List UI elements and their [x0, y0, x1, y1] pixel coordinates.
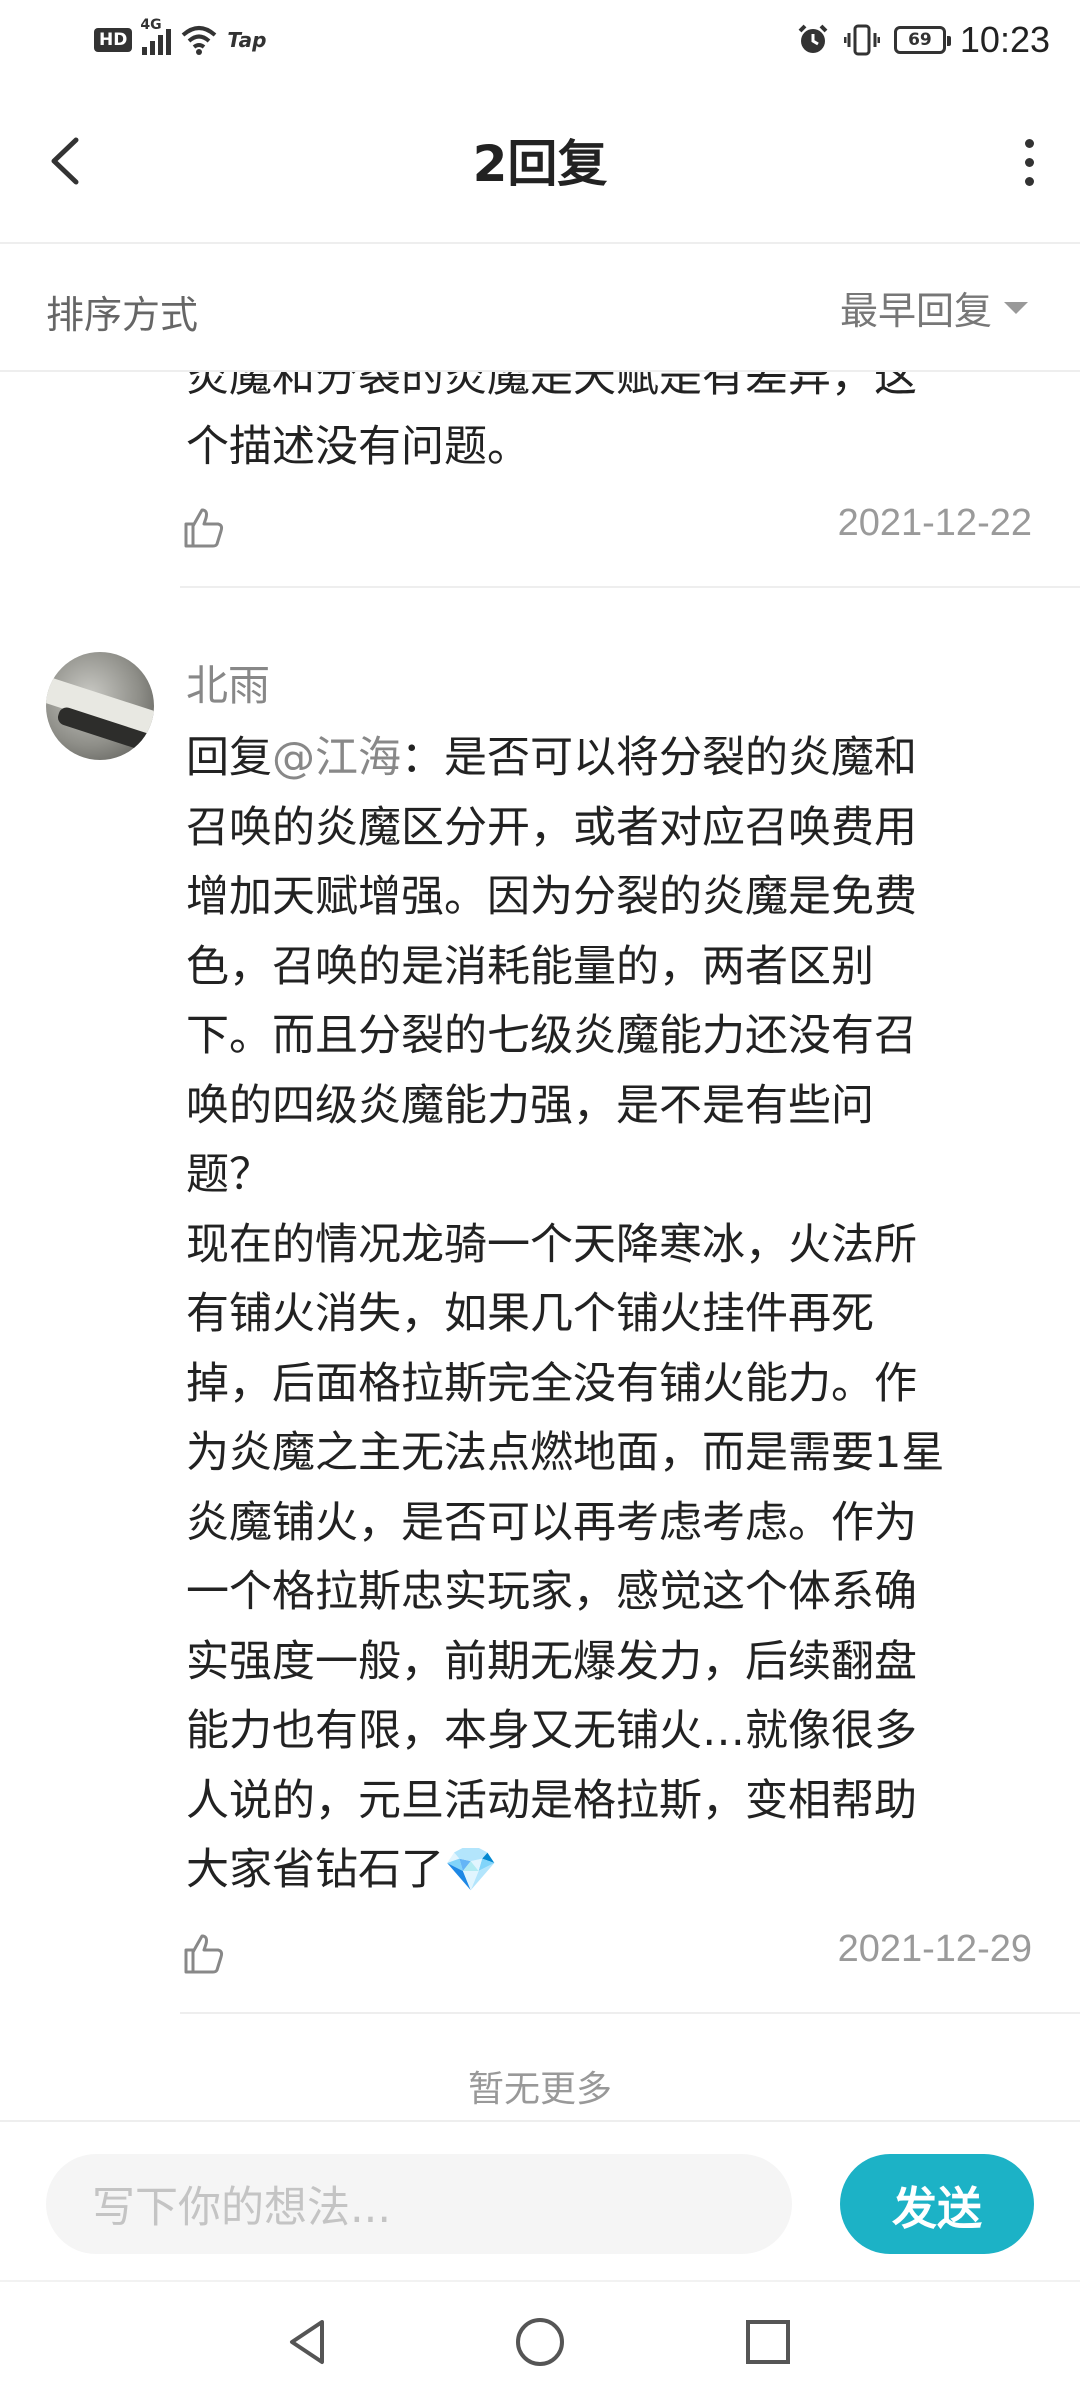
comment-text: 回复@江海：是否可以将分裂的炎魔和 召唤的炎魔区分开，或者对应召唤费用 增加天赋… [186, 724, 1046, 1906]
tap-indicator: Tap [227, 28, 267, 52]
battery-icon: 69 [893, 26, 951, 54]
no-more-label: 暂无更多 [467, 2069, 612, 2110]
page-title: 2回复 [472, 135, 608, 193]
status-bar: HD 4G Tap 69 10:23 [0, 0, 1080, 80]
comment-username[interactable]: 北雨 [186, 652, 270, 713]
comment-input[interactable]: 写下你的想法... [46, 2154, 792, 2254]
caret-down-icon [1004, 301, 1028, 314]
diamond-emoji: 💎 [444, 1845, 498, 1895]
signal-icon: 4G [140, 17, 172, 55]
alarm-icon [798, 24, 828, 53]
square-recent-icon [746, 2320, 790, 2364]
status-time: 10:23 [959, 19, 1050, 60]
sort-dropdown[interactable]: 最早回复 [840, 280, 1028, 335]
comment-input-bar: 写下你的想法... 发送 [0, 2120, 1080, 2280]
nav-back-button[interactable] [276, 2310, 340, 2374]
top-app-bar: 2回复 [0, 80, 1080, 244]
nav-home-button[interactable] [508, 2310, 572, 2374]
network-type: 4G [140, 17, 162, 33]
hd-icon: HD [94, 28, 133, 52]
sort-value: 最早回复 [839, 289, 992, 333]
sort-bar: 排序方式 最早回复 [0, 244, 1080, 372]
send-button[interactable]: 发送 [840, 2154, 1034, 2254]
reply-prefix: 回复 [186, 733, 272, 783]
status-right: 69 10:23 [796, 16, 1050, 64]
more-vertical-icon [1024, 138, 1034, 148]
divider [180, 2012, 1080, 2014]
nav-recent-button[interactable] [736, 2310, 800, 2374]
sort-label: 排序方式 [46, 293, 199, 337]
comment-body-text: ：是否可以将分裂的炎魔和 召唤的炎魔区分开，或者对应召唤费用 增加天赋增强。因为… [186, 733, 945, 1895]
reply-page: HD 4G Tap 69 10:23 2回复 排序方式 最早回复 炎魔和分裂的炎… [0, 0, 1080, 2400]
comment-date: 2021-12-22 [837, 502, 1032, 544]
status-left: HD 4G Tap [94, 17, 267, 62]
vibrate-icon [843, 24, 880, 56]
like-button[interactable] [182, 1932, 226, 1976]
system-nav-bar [0, 2280, 1080, 2400]
triangle-back-icon [290, 2320, 324, 2364]
mention-link[interactable]: @江海 [272, 733, 401, 783]
thumbs-up-icon [184, 508, 224, 548]
comment-text: 炎魔和分裂的炎魔是天赋是有差异，这 个描述没有问题。 [186, 372, 917, 472]
comment-list: 炎魔和分裂的炎魔是天赋是有差异，这 个描述没有问题。 2021-12-22 北雨… [0, 372, 1080, 2120]
thumbs-up-icon [184, 1934, 224, 1974]
comment-date: 2021-12-29 [837, 1928, 1032, 1970]
divider [180, 586, 1080, 588]
like-button[interactable] [182, 506, 226, 550]
circle-home-icon [516, 2318, 564, 2366]
more-options-button[interactable] [1004, 130, 1054, 194]
avatar[interactable] [46, 652, 154, 760]
wifi-icon [182, 26, 217, 55]
